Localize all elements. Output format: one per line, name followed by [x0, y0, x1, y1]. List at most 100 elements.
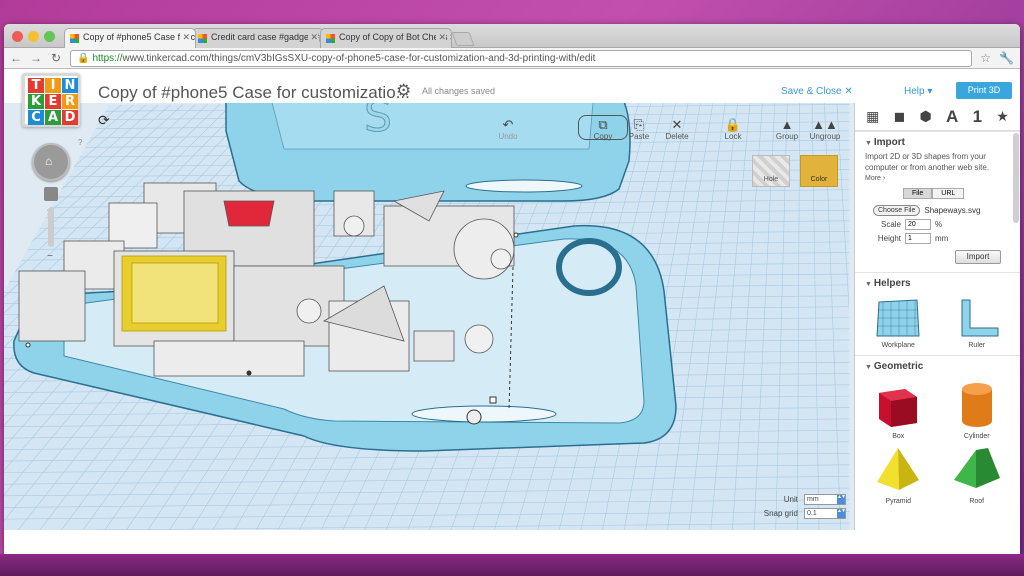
minimize-window-button[interactable] [28, 31, 39, 42]
ungroup-label: Ungroup [809, 132, 841, 141]
import-button[interactable]: Import [955, 250, 1001, 264]
browser-tab[interactable]: Copy of Copy of Bot Chess S ✕ [320, 28, 452, 48]
close-window-button[interactable] [12, 31, 23, 42]
zoom-slider[interactable] [48, 207, 54, 247]
undo-label: Undo [498, 132, 518, 141]
logo-letter: T [28, 78, 44, 93]
pyramid-label: Pyramid [885, 498, 912, 505]
ruler-icon [961, 299, 999, 337]
hole-swatch[interactable]: Hole [752, 155, 790, 187]
tab-title: Credit card case #gadget #p [211, 32, 324, 42]
workplane-grid: S [4, 103, 849, 530]
helpers-grid: Workplane Ruler [855, 292, 1020, 349]
help-menu[interactable]: Help ▾ [904, 86, 932, 97]
tinkercad-favicon-icon [326, 34, 335, 43]
import-heading[interactable]: Import [855, 131, 1020, 151]
back-arrow-icon[interactable]: ← [10, 51, 22, 65]
design-title[interactable]: Copy of #phone5 Case for customizatio... [98, 83, 410, 103]
box-label: Box [892, 433, 905, 440]
box-icon [879, 389, 918, 427]
choose-file-button[interactable]: Choose File [873, 205, 921, 216]
helpers-heading[interactable]: Helpers [855, 272, 1020, 292]
app-header: T I N K E R C A D Copy of #phone5 Case f… [4, 69, 1020, 127]
lock-label: Lock [724, 132, 742, 141]
tinkercad-favicon-icon [70, 34, 79, 43]
close-tab-icon[interactable]: ✕ [180, 32, 190, 43]
browser-tab[interactable]: Credit card case #gadget #p ✕ [192, 28, 324, 48]
tinkercad-favicon-icon [198, 34, 207, 43]
help-label: Help [904, 86, 925, 97]
logo-letter: D [62, 110, 78, 125]
new-tab-button[interactable] [451, 32, 475, 46]
scale-label: Scale [880, 220, 901, 229]
url-tab[interactable]: URL [932, 188, 965, 199]
reload-icon[interactable]: ↻ [50, 51, 62, 65]
workplane-canvas[interactable]: S ⟳ ? ⌂ − ↶ Undo ⧉ Copy ⎘ Paste ✕ Delete… [4, 103, 854, 530]
zoom-out-icon[interactable]: − [47, 251, 53, 262]
caret-down-icon: ▾ [927, 86, 933, 97]
height-row: Height mm [855, 233, 1020, 244]
view-controls: ⌂ + − [32, 143, 70, 262]
sidebar-scrollbar[interactable] [1013, 133, 1019, 223]
pyramid-icon [877, 448, 920, 490]
geometric-heading[interactable]: Geometric [855, 355, 1020, 375]
forward-arrow-icon[interactable]: → [30, 51, 42, 65]
bookmark-star-icon[interactable]: ☆ [980, 51, 991, 65]
gear-icon[interactable]: ⚙ [396, 81, 411, 101]
tab-title: Copy of Copy of Bot Chess S [339, 32, 452, 42]
address-bar[interactable]: 🔒 https://www.tinkercad.com/things/cmV3bI… [70, 49, 973, 67]
tab-strip: Copy of #phone5 Case for cu ✕ Credit car… [4, 24, 1020, 48]
workplane-label: Workplane [881, 342, 915, 349]
save-close-button[interactable]: Save & Close ✕ [781, 86, 853, 97]
url-scheme: https:// [92, 52, 123, 64]
box-shape[interactable]: Box [859, 379, 938, 440]
height-input[interactable] [905, 233, 931, 244]
close-tab-icon[interactable]: ✕ [308, 32, 318, 43]
roof-shape[interactable]: Roof [938, 444, 1017, 505]
cylinder-shape[interactable]: Cylinder [938, 379, 1017, 440]
paste-label: Paste [628, 132, 650, 141]
logo-letter: A [45, 110, 61, 125]
height-unit: mm [935, 234, 949, 243]
ruler-helper[interactable]: Ruler [938, 296, 1017, 349]
unit-select[interactable]: mm [804, 494, 846, 505]
orbit-control[interactable]: ⌂ [32, 143, 70, 181]
color-swatch[interactable]: Color [800, 155, 838, 187]
logo-letter: R [62, 94, 78, 109]
geometric-grid: Box Cylinder Pyramid Roof [855, 375, 1020, 505]
tinkercad-logo[interactable]: T I N K E R C A D [22, 73, 80, 127]
view-cube-icon[interactable] [44, 187, 58, 201]
pyramid-shape[interactable]: Pyramid [859, 444, 938, 505]
print-3d-button[interactable]: Print 3D [956, 82, 1012, 99]
delete-label: Delete [665, 132, 689, 141]
logo-letter: C [28, 110, 44, 125]
save-status: All changes saved [422, 86, 496, 96]
ruler-label: Ruler [968, 342, 986, 349]
snap-grid-select[interactable]: 0.1 [804, 508, 846, 519]
file-chooser: Choose File Shapeways.svg [855, 199, 1020, 216]
zoom-window-button[interactable] [44, 31, 55, 42]
browser-tab[interactable]: Copy of #phone5 Case for cu ✕ [64, 28, 196, 48]
height-label: Height [877, 234, 901, 243]
window-controls [12, 31, 55, 42]
unit-settings: Unitmm Snap grid 0.1 [764, 491, 846, 519]
close-tab-icon[interactable]: ✕ [436, 32, 446, 43]
desktop-background [0, 554, 1024, 576]
tab-title: Copy of #phone5 Case for cu [83, 32, 196, 42]
copy-label: Copy [593, 132, 613, 141]
more-link[interactable]: More › [855, 173, 1020, 184]
scale-input[interactable] [905, 219, 931, 230]
import-description: Import 2D or 3D shapes from your compute… [865, 152, 990, 172]
lock-icon: 🔒 [77, 52, 90, 64]
snap-grid-label: Snap grid [763, 509, 798, 518]
file-tab[interactable]: File [903, 188, 933, 199]
workplane-helper[interactable]: Workplane [859, 296, 938, 349]
home-icon[interactable]: ⌂ [45, 154, 52, 168]
help-icon[interactable]: ? [78, 138, 82, 147]
scale-unit: % [935, 220, 943, 229]
close-icon: ✕ [844, 86, 853, 97]
logo-letter: E [45, 94, 61, 109]
logo-letter: I [45, 78, 61, 93]
wrench-icon[interactable]: 🔧 [999, 51, 1014, 65]
selected-filename: Shapeways.svg [924, 206, 981, 215]
